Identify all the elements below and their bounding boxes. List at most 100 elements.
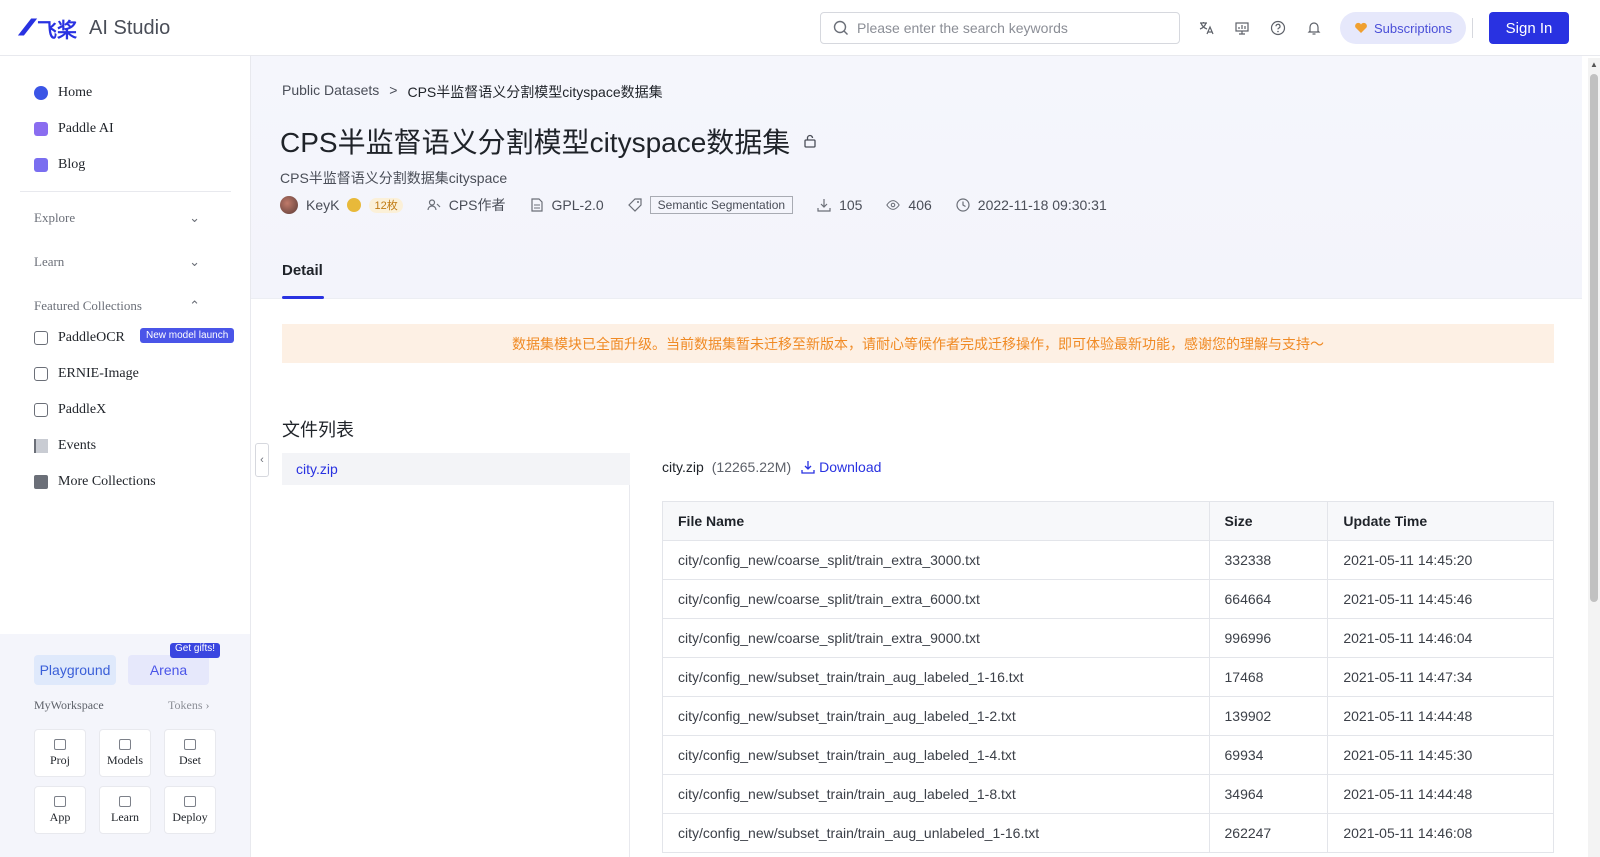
download-icon (801, 461, 815, 474)
tile-label: App (49, 809, 71, 824)
playground-button[interactable]: Playground (34, 655, 116, 685)
migration-notice: 数据集模块已全面升级。当前数据集暂未迁移至新版本，请耐心等候作者完成迁移操作，即… (282, 324, 1554, 363)
breadcrumb: Public Datasets > CPS半监督语义分割模型cityspace数… (282, 82, 663, 102)
sidebar-item-more-collections[interactable]: More Collections (34, 470, 156, 494)
tile-label: Models (107, 752, 143, 767)
download-icon (817, 198, 831, 212)
sidebar-collapse-button[interactable]: ‹ (255, 443, 269, 477)
tab-detail[interactable]: Detail (282, 262, 323, 279)
cell-size: 332338 (1208, 540, 1329, 580)
new-model-badge: New model launch (140, 328, 235, 343)
column-header-size: Size (1208, 501, 1329, 541)
subscriptions-button[interactable]: Subscriptions (1340, 12, 1467, 44)
tile-datasets[interactable]: Dset (164, 729, 216, 777)
image-icon (34, 367, 48, 381)
top-header: ⁄⁄⁄ 飞桨 AI Studio Subscriptions Sign In (0, 0, 1600, 56)
sidebar-item-paddle-ai[interactable]: Paddle AI (34, 117, 114, 141)
section-learn[interactable]: Learn ⌄ (34, 252, 200, 272)
tag-semantic-segmentation[interactable]: Semantic Segmentation (649, 196, 794, 214)
flag-icon (34, 439, 48, 453)
author-group[interactable]: KeyK 12枚 (280, 196, 403, 214)
sidebar-item-events[interactable]: Events (34, 434, 96, 458)
gift-badge: Get gifts! (170, 643, 221, 658)
translate-icon[interactable] (1196, 18, 1216, 38)
file-item-city-zip[interactable]: city.zip (282, 453, 630, 485)
cube-icon (119, 738, 131, 750)
table-row: city/config_new/subset_train/train_aug_l… (662, 735, 1554, 775)
scroll-up-arrow-icon[interactable]: ▲ (1590, 60, 1598, 69)
view-count: 406 (908, 197, 932, 213)
table-row: city/config_new/subset_train/train_aug_l… (662, 657, 1554, 697)
help-icon[interactable] (1268, 18, 1288, 38)
tokens-link[interactable]: Tokens › (168, 698, 210, 713)
header-divider (1472, 18, 1473, 38)
download-link[interactable]: Download (801, 459, 881, 475)
bell-icon[interactable] (1304, 18, 1324, 38)
chevron-up-icon: ⌃ (189, 298, 200, 313)
cell-file-name: city/config_new/coarse_split/train_extra… (662, 579, 1210, 619)
cell-size: 34964 (1208, 774, 1329, 814)
sidebar-item-label: PaddleOCR (58, 330, 125, 345)
paddle-ai-icon (34, 122, 48, 136)
sidebar-item-paddleocr[interactable]: PaddleOCR (34, 326, 125, 350)
sidebar-item-blog[interactable]: Blog (34, 153, 85, 177)
tile-learn[interactable]: Learn (99, 786, 151, 834)
file-table: File Name Size Update Time city/config_n… (662, 501, 1554, 853)
level-badge: 12枚 (369, 197, 403, 213)
tile-models[interactable]: Models (99, 729, 151, 777)
cell-update-time: 2021-05-11 14:47:34 (1327, 657, 1554, 697)
cell-size: 996996 (1208, 618, 1329, 658)
file-header: city.zip (12265.22M) Download (662, 459, 881, 475)
tile-label: Learn (111, 809, 139, 824)
logo-text: AI Studio (89, 17, 171, 39)
workspace-label: MyWorkspace (34, 698, 104, 712)
unlock-icon (804, 134, 816, 148)
page-scrollbar[interactable]: ▲ (1588, 58, 1600, 857)
updated-group: 2022-11-18 09:30:31 (956, 197, 1107, 213)
blog-icon (34, 158, 48, 172)
column-header-update-time: Update Time (1327, 501, 1554, 541)
section-label: Featured Collections (34, 298, 142, 313)
sidebar-item-ernie-image[interactable]: ERNIE-Image (34, 362, 139, 386)
section-explore[interactable]: Explore ⌄ (34, 208, 200, 228)
table-row: city/config_new/coarse_split/train_extra… (662, 540, 1554, 580)
cell-update-time: 2021-05-11 14:44:48 (1327, 696, 1554, 736)
monitor-icon[interactable] (1232, 18, 1252, 38)
search-box[interactable] (820, 12, 1180, 44)
sidebar-item-label: Events (58, 438, 97, 453)
sidebar-item-label: ERNIE-Image (58, 366, 139, 381)
downloads-group: 105 (817, 197, 862, 213)
sidebar-item-paddlex[interactable]: PaddleX (34, 398, 106, 422)
book-icon (119, 795, 131, 807)
tile-projects[interactable]: Proj (34, 729, 86, 777)
section-featured-collections[interactable]: Featured Collections ⌃ (34, 296, 200, 316)
rocket-icon (184, 795, 196, 807)
author-name: KeyK (306, 197, 340, 213)
tab-active-indicator (282, 296, 324, 299)
cell-file-name: city/config_new/coarse_split/train_extra… (662, 618, 1210, 658)
grid-icon (54, 795, 66, 807)
cell-file-name: city/config_new/subset_train/train_aug_l… (662, 657, 1210, 697)
cell-file-name: city/config_new/subset_train/train_aug_l… (662, 735, 1210, 775)
tile-deploy[interactable]: Deploy (164, 786, 216, 834)
cell-update-time: 2021-05-11 14:45:46 (1327, 579, 1554, 619)
table-row: city/config_new/coarse_split/train_extra… (662, 618, 1554, 658)
table-row: city/config_new/subset_train/train_aug_l… (662, 696, 1554, 736)
tile-label: Deploy (172, 809, 208, 824)
sign-in-button[interactable]: Sign In (1489, 12, 1569, 44)
table-row: city/config_new/subset_train/train_aug_u… (662, 813, 1554, 853)
tile-app[interactable]: App (34, 786, 86, 834)
license: GPL-2.0 (551, 197, 604, 213)
search-input[interactable] (857, 20, 1157, 36)
sidebar-item-home[interactable]: Home (34, 81, 92, 105)
arena-button[interactable]: Arena (128, 655, 209, 685)
views-group: 406 (886, 197, 932, 213)
tokens-label: Tokens (168, 698, 203, 712)
dataset-meta: KeyK 12枚 CPS作者 GPL-2.0 Semantic Segmenta… (280, 195, 1131, 215)
updated-time: 2022-11-18 09:30:31 (977, 197, 1107, 213)
scrollbar-thumb[interactable] (1590, 74, 1598, 602)
logo[interactable]: ⁄⁄⁄ 飞桨 AI Studio (24, 14, 170, 43)
cell-file-name: city/config_new/subset_train/train_aug_u… (662, 813, 1210, 853)
breadcrumb-public-datasets[interactable]: Public Datasets (282, 82, 379, 102)
tile-label: Proj (49, 752, 70, 767)
